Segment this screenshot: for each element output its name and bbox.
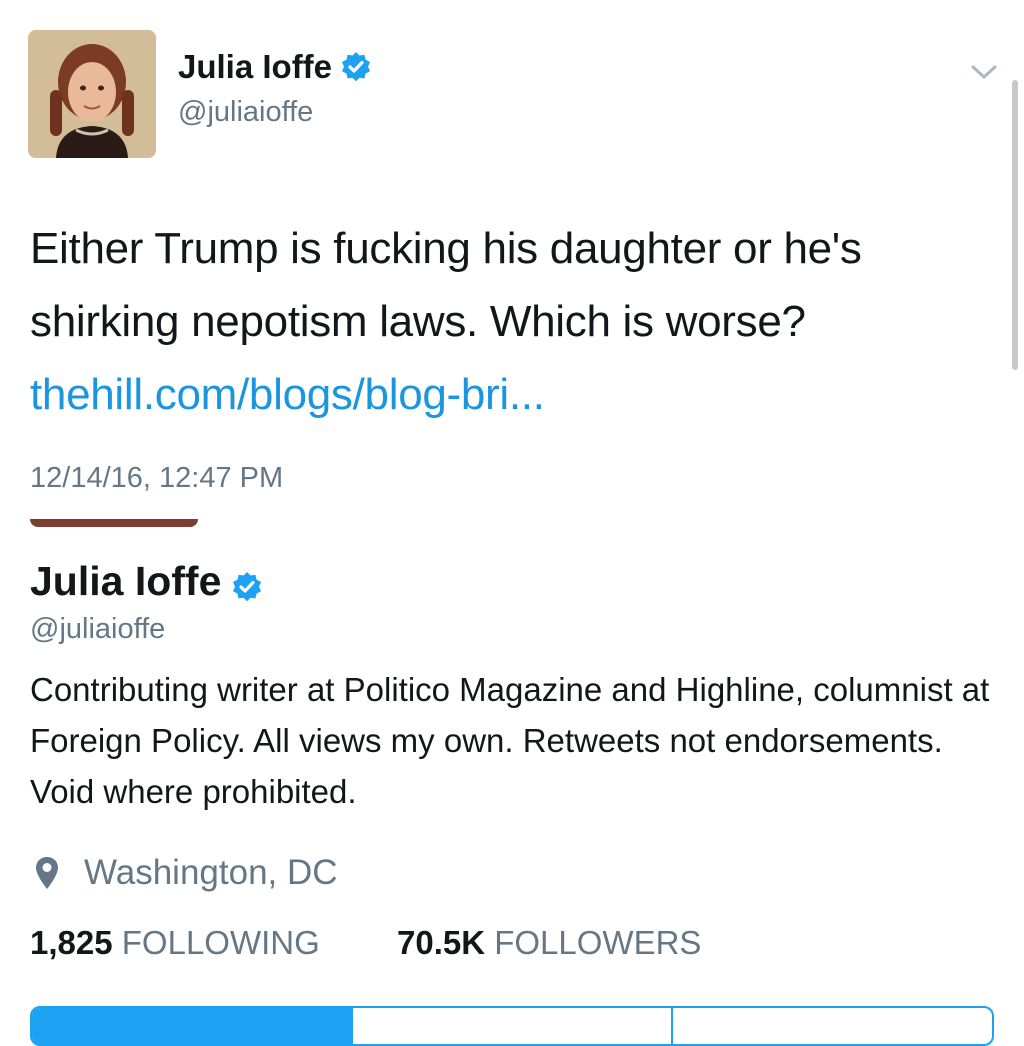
tweet-text: Either Trump is fucking his daughter or …	[30, 224, 862, 346]
tweet-link[interactable]: thehill.com/blogs/blog-bri...	[30, 358, 545, 431]
following-label: FOLLOWING	[121, 924, 320, 961]
followers-stat[interactable]: 70.5K FOLLOWERS	[397, 924, 701, 962]
location-pin-icon	[34, 855, 60, 891]
followers-label: FOLLOWERS	[494, 924, 702, 961]
following-stat[interactable]: 1,825 FOLLOWING	[30, 924, 320, 962]
chevron-down-icon[interactable]	[968, 56, 1000, 88]
profile-name: Julia Ioffe	[30, 558, 263, 605]
tweet-timestamp[interactable]: 12/14/16, 12:47 PM	[30, 462, 283, 495]
tab-3[interactable]	[673, 1008, 992, 1044]
followers-count: 70.5K	[397, 924, 486, 961]
tab-1[interactable]	[32, 1008, 353, 1044]
verified-badge-icon	[231, 566, 263, 601]
tweet-author-name-text[interactable]: Julia Ioffe	[178, 48, 332, 86]
profile-bio: Contributing writer at Politico Magazine…	[30, 671, 990, 810]
profile-action-tabs	[30, 1006, 994, 1046]
profile-name-text: Julia Ioffe	[30, 558, 222, 604]
profile-location: Washington, DC	[34, 853, 338, 893]
location-text: Washington, DC	[84, 853, 338, 892]
following-count: 1,825	[30, 924, 113, 961]
verified-badge-icon	[340, 51, 372, 83]
tweet-author-name[interactable]: Julia Ioffe	[178, 48, 372, 86]
author-avatar[interactable]	[28, 30, 156, 158]
tab-2[interactable]	[353, 1008, 674, 1044]
tweet-author-handle[interactable]: @juliaioffe	[178, 96, 313, 129]
profile-handle: @juliaioffe	[30, 613, 166, 645]
profile-avatar[interactable]	[30, 519, 198, 527]
scrollbar[interactable]	[1012, 80, 1018, 370]
